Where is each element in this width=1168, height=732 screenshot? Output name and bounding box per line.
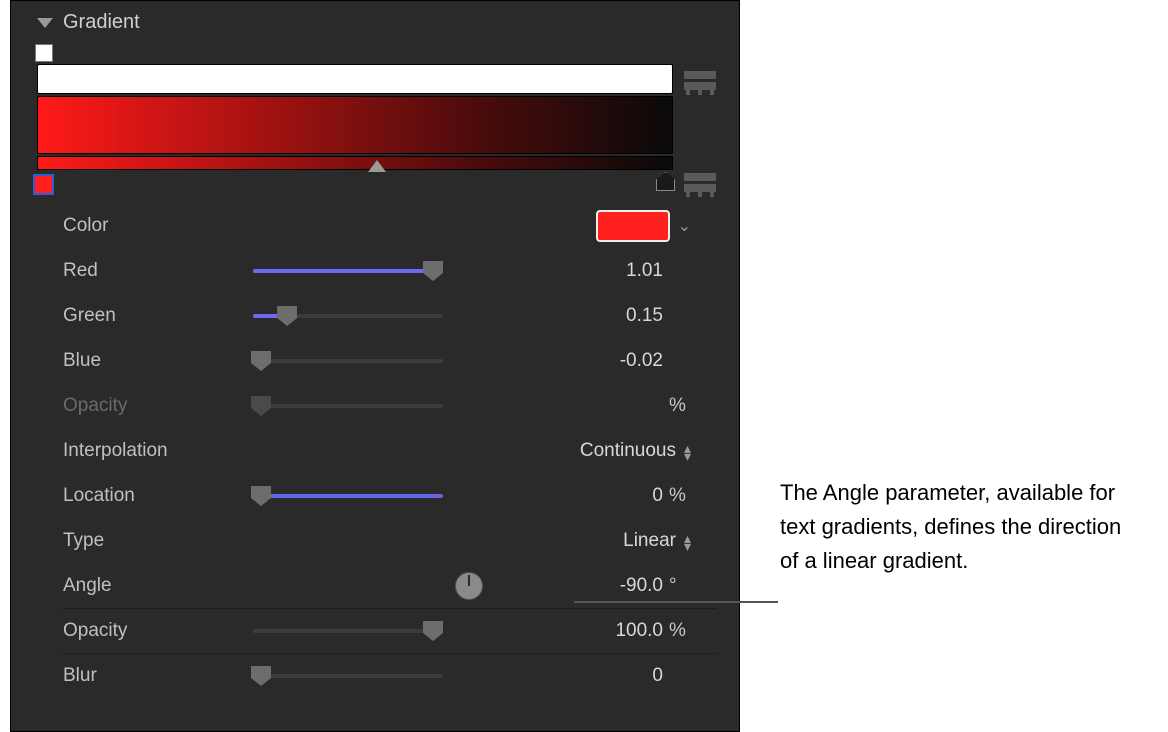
distribute-opacity-stops-button[interactable] [683, 70, 717, 96]
location-label: Location [63, 485, 253, 507]
callout-text: The Angle parameter, available for text … [780, 476, 1140, 578]
angle-dial[interactable] [455, 572, 483, 600]
param-row-opacity-rgb: Opacity % [63, 383, 717, 428]
gradient-section-header[interactable]: Gradient [11, 1, 739, 40]
slider-thumb-icon[interactable] [251, 486, 271, 506]
slider-thumb-icon [251, 396, 271, 416]
color-stop-left[interactable] [33, 174, 54, 195]
distribute-color-stops-button[interactable] [683, 172, 717, 198]
slider-thumb-icon[interactable] [423, 621, 443, 641]
disclosure-triangle-icon[interactable] [37, 18, 53, 28]
param-row-color: Color ⌄ [63, 203, 717, 248]
param-row-blue: Blue -0.02 [63, 338, 717, 383]
slider-thumb-icon[interactable] [423, 261, 443, 281]
blur-slider[interactable] [253, 667, 443, 685]
slider-thumb-icon[interactable] [277, 306, 297, 326]
opacity-gradient-bar[interactable] [37, 64, 673, 94]
blur-label: Blur [63, 665, 253, 687]
angle-value[interactable]: -90.0 [603, 575, 663, 597]
color-stop-right[interactable] [656, 172, 675, 191]
green-label: Green [63, 305, 253, 327]
opacity-rgb-unit: % [669, 395, 691, 417]
location-slider[interactable] [253, 487, 443, 505]
popup-arrows-icon[interactable]: ▴▾ [684, 533, 691, 549]
blue-label: Blue [63, 350, 253, 372]
color-gradient-bar[interactable] [37, 96, 673, 154]
type-label: Type [63, 530, 253, 552]
opacity-rgb-label: Opacity [63, 395, 253, 417]
gradient-editor [33, 44, 717, 199]
param-row-location: Location 0% [63, 473, 717, 518]
opacity-slider[interactable] [253, 622, 443, 640]
angle-unit: ° [669, 575, 691, 597]
opacity-unit: % [669, 620, 691, 642]
param-row-blur: Blur 0 [63, 653, 717, 698]
angle-label: Angle [63, 575, 253, 597]
inspector-panel: Gradient Color ⌄ [10, 0, 740, 732]
param-row-red: Red 1.01 [63, 248, 717, 293]
param-row-interpolation: Interpolation Continuous ▴▾ [63, 428, 717, 473]
green-slider[interactable] [253, 307, 443, 325]
blur-value[interactable]: 0 [603, 665, 663, 687]
blue-slider[interactable] [253, 352, 443, 370]
color-label: Color [63, 215, 253, 237]
slider-thumb-icon[interactable] [251, 351, 271, 371]
red-label: Red [63, 260, 253, 282]
color-well[interactable] [596, 210, 670, 242]
green-value[interactable]: 0.15 [603, 305, 663, 327]
slider-thumb-icon[interactable] [251, 666, 271, 686]
gradient-stops-track[interactable] [37, 156, 673, 170]
midpoint-handle-icon[interactable] [368, 160, 386, 172]
interpolation-label: Interpolation [63, 440, 253, 462]
red-slider[interactable] [253, 262, 443, 280]
opacity-stop-handle[interactable] [35, 44, 53, 62]
opacity-value[interactable]: 100.0 [603, 620, 663, 642]
opacity-rgb-slider [253, 397, 443, 415]
popup-arrows-icon[interactable]: ▴▾ [684, 443, 691, 459]
location-value[interactable]: 0 [603, 485, 663, 507]
location-unit: % [669, 485, 691, 507]
param-row-opacity: Opacity 100.0% [63, 608, 717, 653]
param-row-green: Green 0.15 [63, 293, 717, 338]
chevron-down-icon[interactable]: ⌄ [678, 216, 691, 236]
callout-line [574, 601, 778, 603]
red-value[interactable]: 1.01 [603, 260, 663, 282]
param-row-type: Type Linear ▴▾ [63, 518, 717, 563]
type-popup[interactable]: Linear [623, 530, 676, 552]
opacity-label: Opacity [63, 620, 253, 642]
interpolation-popup[interactable]: Continuous [580, 440, 676, 462]
section-title: Gradient [63, 11, 140, 34]
blue-value[interactable]: -0.02 [603, 350, 663, 372]
